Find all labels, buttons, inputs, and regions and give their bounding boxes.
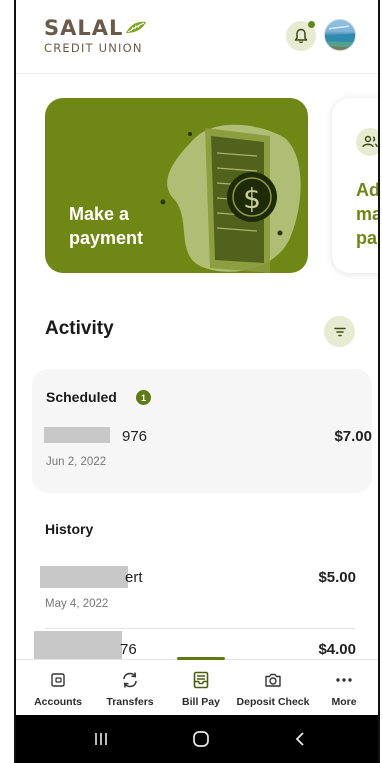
payment-date: May 4, 2022 xyxy=(45,598,109,610)
payee-icon-container xyxy=(356,128,378,156)
activity-heading: Activity xyxy=(45,318,114,339)
transfers-icon xyxy=(123,672,137,688)
scheduled-count-badge: 1 xyxy=(136,390,151,405)
nav-accounts[interactable]: Accounts xyxy=(26,660,90,716)
app-frame: SALAL CREDIT UNION $ Make a payment Ad m… xyxy=(14,0,380,763)
payee-name: 976 xyxy=(122,428,148,445)
row-divider xyxy=(45,628,355,629)
filter-icon xyxy=(333,327,346,336)
profile-avatar[interactable] xyxy=(324,19,356,51)
nav-more[interactable]: More xyxy=(316,660,372,716)
avatar-photo-icon xyxy=(325,25,355,50)
scheduled-section: Scheduled 1 976 Jun 2, 2022 $7.00 xyxy=(32,369,372,493)
accounts-icon xyxy=(51,673,65,687)
make-payment-card[interactable]: $ Make a payment xyxy=(45,98,308,273)
more-icon xyxy=(336,678,352,682)
camera-icon xyxy=(265,673,281,687)
leaf-icon xyxy=(126,21,147,33)
bell-icon xyxy=(294,28,308,44)
logo-subtitle: CREDIT UNION xyxy=(44,41,143,55)
history-heading: History xyxy=(45,521,94,537)
filter-button[interactable] xyxy=(324,316,355,347)
payment-date: Jun 2, 2022 xyxy=(46,456,107,468)
payment-amount: $7.00 xyxy=(334,428,372,445)
payment-amount: $4.00 xyxy=(318,641,356,658)
notification-dot xyxy=(308,21,315,28)
salal-logo: SALAL CREDIT UNION xyxy=(44,18,147,55)
logo-wordmark: SALAL xyxy=(44,16,124,40)
nav-transfers[interactable]: Transfers xyxy=(98,660,162,716)
add-manage-payees-card[interactable]: Ad ma pa xyxy=(332,98,380,273)
payee-name: ert xyxy=(125,569,143,586)
redacted-payee-name xyxy=(44,427,110,443)
make-payment-title: Make a payment xyxy=(69,204,144,248)
redacted-payee-name xyxy=(34,631,122,659)
bottom-navigation: Accounts Transfers Bill Pay Deposit Chec… xyxy=(16,657,378,716)
people-icon xyxy=(362,135,378,148)
home-icon xyxy=(193,731,209,747)
system-navigation-bar xyxy=(16,715,378,763)
nav-deposit-check[interactable]: Deposit Check xyxy=(234,660,312,716)
back-icon xyxy=(295,732,304,746)
app-header: SALAL CREDIT UNION xyxy=(16,0,378,74)
payee-name: 76 xyxy=(120,641,137,658)
back-button[interactable] xyxy=(288,727,312,751)
home-button[interactable] xyxy=(189,727,213,751)
recent-apps-button[interactable] xyxy=(89,727,113,751)
payees-card-title: Ad ma pa xyxy=(356,180,380,248)
payment-amount: $5.00 xyxy=(318,569,356,586)
notifications-button[interactable] xyxy=(286,21,316,51)
svg-text:$: $ xyxy=(243,182,261,215)
recent-apps-icon xyxy=(95,733,107,745)
scheduled-heading: Scheduled xyxy=(46,389,117,405)
bill-pay-icon xyxy=(193,671,209,689)
redacted-payee-name xyxy=(40,566,128,588)
nav-bill-pay[interactable]: Bill Pay xyxy=(169,660,233,716)
